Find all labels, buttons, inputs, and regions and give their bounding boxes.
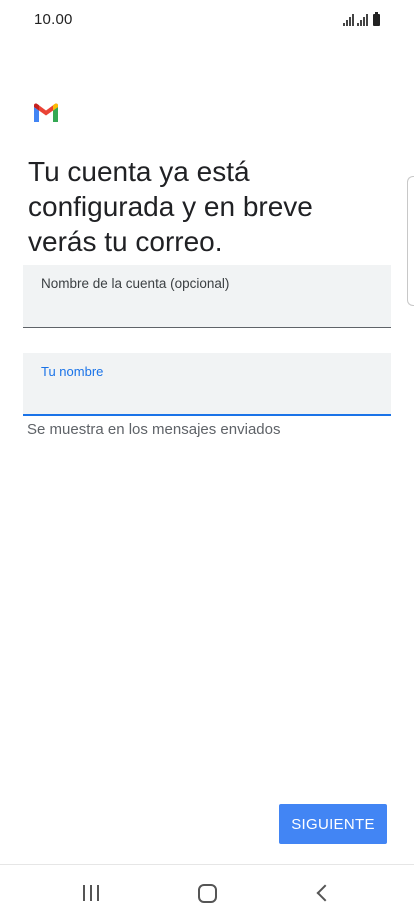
recents-icon xyxy=(83,885,99,901)
page-title: Tu cuenta ya está configurada y en breve… xyxy=(28,156,313,257)
gmail-logo-icon xyxy=(34,103,58,122)
status-bar: 10.00 xyxy=(0,0,414,40)
account-name-field[interactable]: Nombre de la cuenta (opcional) xyxy=(23,265,391,328)
recents-button[interactable] xyxy=(51,865,131,921)
next-button[interactable]: SIGUIENTE xyxy=(279,804,387,844)
back-icon xyxy=(316,884,334,902)
edge-panel-handle[interactable] xyxy=(407,176,414,306)
your-name-helper-text: Se muestra en los mensajes enviados xyxy=(27,421,281,438)
status-time: 10.00 xyxy=(34,11,73,28)
home-icon xyxy=(197,883,217,903)
signal-icon xyxy=(343,14,354,26)
home-button[interactable] xyxy=(167,865,247,921)
your-name-field[interactable]: Tu nombre xyxy=(23,353,391,416)
battery-icon xyxy=(373,12,380,26)
back-button[interactable] xyxy=(283,865,363,921)
account-name-input[interactable] xyxy=(41,299,379,321)
your-name-input[interactable] xyxy=(41,386,379,408)
your-name-label: Tu nombre xyxy=(41,364,104,379)
signal-icon xyxy=(357,14,368,26)
navigation-bar xyxy=(0,864,414,920)
account-name-label: Nombre de la cuenta (opcional) xyxy=(41,276,230,291)
status-icons xyxy=(343,12,380,26)
